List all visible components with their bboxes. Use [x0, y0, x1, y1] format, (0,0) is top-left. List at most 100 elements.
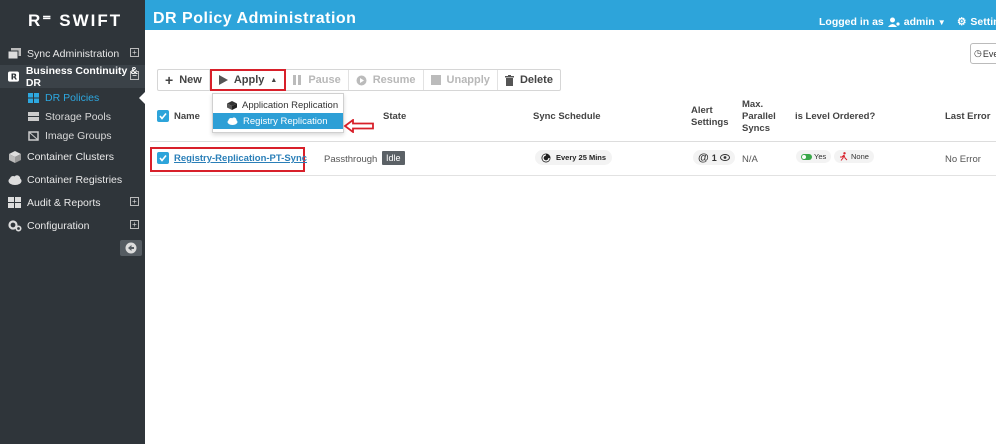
last-error-value: No Error	[945, 154, 981, 165]
delete-button[interactable]: Delete	[498, 70, 560, 90]
arrow-left-circle-icon	[125, 242, 137, 254]
sidebar-subitem-label: Image Groups	[45, 129, 112, 142]
sidebar-item-label: Audit & Reports	[27, 196, 101, 209]
menu-item-application-replication[interactable]: Application Replication	[213, 97, 343, 113]
caret-up-icon: ▲	[270, 76, 278, 84]
pause-button[interactable]: Pause	[286, 70, 349, 90]
cloud-icon	[227, 117, 238, 125]
select-all-checkbox[interactable]	[157, 110, 169, 122]
column-header-name[interactable]: Name	[174, 111, 200, 123]
menu-item-registry-replication[interactable]: Registry Replication	[213, 113, 343, 129]
red-arrow-annotation-icon	[343, 119, 374, 133]
username: admin	[903, 16, 935, 28]
check-icon	[159, 113, 167, 120]
collapse-icon[interactable]: −	[130, 71, 139, 80]
logo-text: SWIFT	[59, 11, 123, 30]
pause-icon	[293, 75, 302, 85]
sidebar-subitem-dr-policies[interactable]: DR Policies	[0, 88, 145, 107]
grid-icon	[28, 92, 39, 103]
sidebar-item-label: Configuration	[27, 219, 90, 232]
level-none-label: None	[851, 152, 869, 161]
policy-name-link[interactable]: Registry-Replication-PT-Sync	[174, 153, 307, 164]
unapply-button-label: Unapply	[446, 74, 490, 86]
delete-button-label: Delete	[519, 74, 553, 86]
max-parallel-value: N/A	[742, 154, 758, 165]
storage-icon	[28, 111, 39, 121]
settings-menu[interactable]: ⚙ Settin	[957, 16, 996, 28]
cube-icon	[9, 150, 21, 163]
alert-settings-pill[interactable]: @ 1	[693, 150, 735, 165]
schedule-icon	[541, 153, 551, 162]
header-line: Syncs	[742, 123, 770, 134]
header-line: Settings	[691, 117, 729, 128]
sync-schedule-label: Every 25 Mins	[556, 153, 607, 162]
column-header-sync-schedule[interactable]: Sync Schedule	[533, 111, 601, 123]
toolbar: + New Apply ▲ Pause Resume Unapply Delet…	[157, 69, 561, 91]
gears-icon	[8, 219, 22, 232]
events-label: Eve	[982, 48, 996, 59]
settings-label: Settin	[970, 16, 996, 28]
sidebar-subitem-label: DR Policies	[45, 91, 100, 104]
running-person-icon	[840, 152, 848, 161]
sync-schedule-pill[interactable]: Every 25 Mins	[535, 150, 613, 165]
logged-in-label: Logged in as	[819, 16, 884, 28]
sidebar-item-label: Container Registries	[27, 173, 123, 186]
header-divider	[150, 141, 996, 142]
chevron-down-icon: ▼	[937, 17, 946, 27]
sidebar-item-business-continuity[interactable]: R Business Continuity & DR −	[0, 64, 145, 89]
column-header-alert-settings[interactable]: Alert Settings	[691, 105, 728, 129]
sidebar-item-container-registries[interactable]: Container Registries	[0, 168, 145, 191]
events-button[interactable]: ◷ Eve	[970, 43, 996, 64]
header-line: Alert	[691, 105, 713, 116]
unapply-button[interactable]: Unapply	[424, 70, 498, 90]
sidebar-item-audit-reports[interactable]: Audit & Reports +	[0, 191, 145, 214]
sidebar-subitem-storage-pools[interactable]: Storage Pools	[0, 107, 145, 126]
business-continuity-icon: R	[8, 71, 19, 81]
collapse-sidebar-button[interactable]	[120, 240, 142, 256]
clock-icon: ◷	[974, 48, 982, 58]
new-button[interactable]: + New	[158, 70, 210, 90]
column-header-level-ordered[interactable]: is Level Ordered?	[795, 111, 875, 123]
sidebar-item-label: Business Continuity & DR	[25, 64, 138, 89]
new-button-label: New	[179, 74, 202, 86]
sidebar-item-sync-administration[interactable]: Sync Administration +	[0, 42, 145, 65]
policy-type: Passthrough	[324, 154, 378, 165]
sidebar-item-label: Sync Administration	[27, 47, 120, 60]
stop-icon	[430, 75, 441, 85]
sidebar-subitem-label: Storage Pools	[45, 110, 111, 123]
resume-button[interactable]: Resume	[349, 70, 424, 90]
check-icon	[159, 155, 167, 162]
sidebar-item-container-clusters[interactable]: Container Clusters	[0, 145, 145, 168]
expand-icon[interactable]: +	[130, 48, 139, 57]
play-icon	[218, 75, 228, 85]
cloud-icon	[8, 174, 22, 185]
level-ordered-toggle[interactable]: Yes	[796, 150, 832, 163]
sidebar: R⁼ SWIFT Sync Administration + R Busines…	[0, 0, 145, 444]
apply-button[interactable]: Apply ▲	[209, 69, 287, 91]
apply-button-label: Apply	[233, 74, 265, 86]
level-ordered-value: Yes	[814, 152, 827, 161]
eye-icon	[719, 154, 730, 161]
row-divider	[150, 175, 996, 176]
column-header-last-error[interactable]: Last Error	[945, 111, 990, 123]
page-header: DR Policy Administration Logged in as ad…	[145, 0, 996, 30]
expand-icon[interactable]: +	[130, 220, 139, 229]
user-menu[interactable]: Logged in as admin ▼	[819, 16, 946, 28]
column-header-state[interactable]: State	[383, 111, 406, 123]
sidebar-item-label: Container Clusters	[27, 150, 114, 163]
menu-item-label: Registry Replication	[243, 115, 328, 127]
row-checkbox[interactable]	[157, 152, 169, 164]
header-line: Max.	[742, 99, 764, 110]
at-icon: @	[698, 151, 709, 164]
toggle-on-icon	[801, 153, 812, 160]
svg-text:R: R	[11, 71, 18, 81]
column-header-max-parallel-syncs[interactable]: Max. Parallel Syncs	[742, 99, 776, 135]
expand-icon[interactable]: +	[130, 197, 139, 206]
sidebar-item-configuration[interactable]: Configuration +	[0, 214, 145, 237]
sidebar-subitem-image-groups[interactable]: Image Groups	[0, 126, 145, 145]
level-none-pill[interactable]: None	[834, 150, 874, 163]
pause-button-label: Pause	[308, 74, 341, 86]
alert-count: 1	[711, 152, 717, 163]
logo-mark-icon: R⁼	[28, 11, 54, 30]
page-title: DR Policy Administration	[153, 10, 357, 27]
